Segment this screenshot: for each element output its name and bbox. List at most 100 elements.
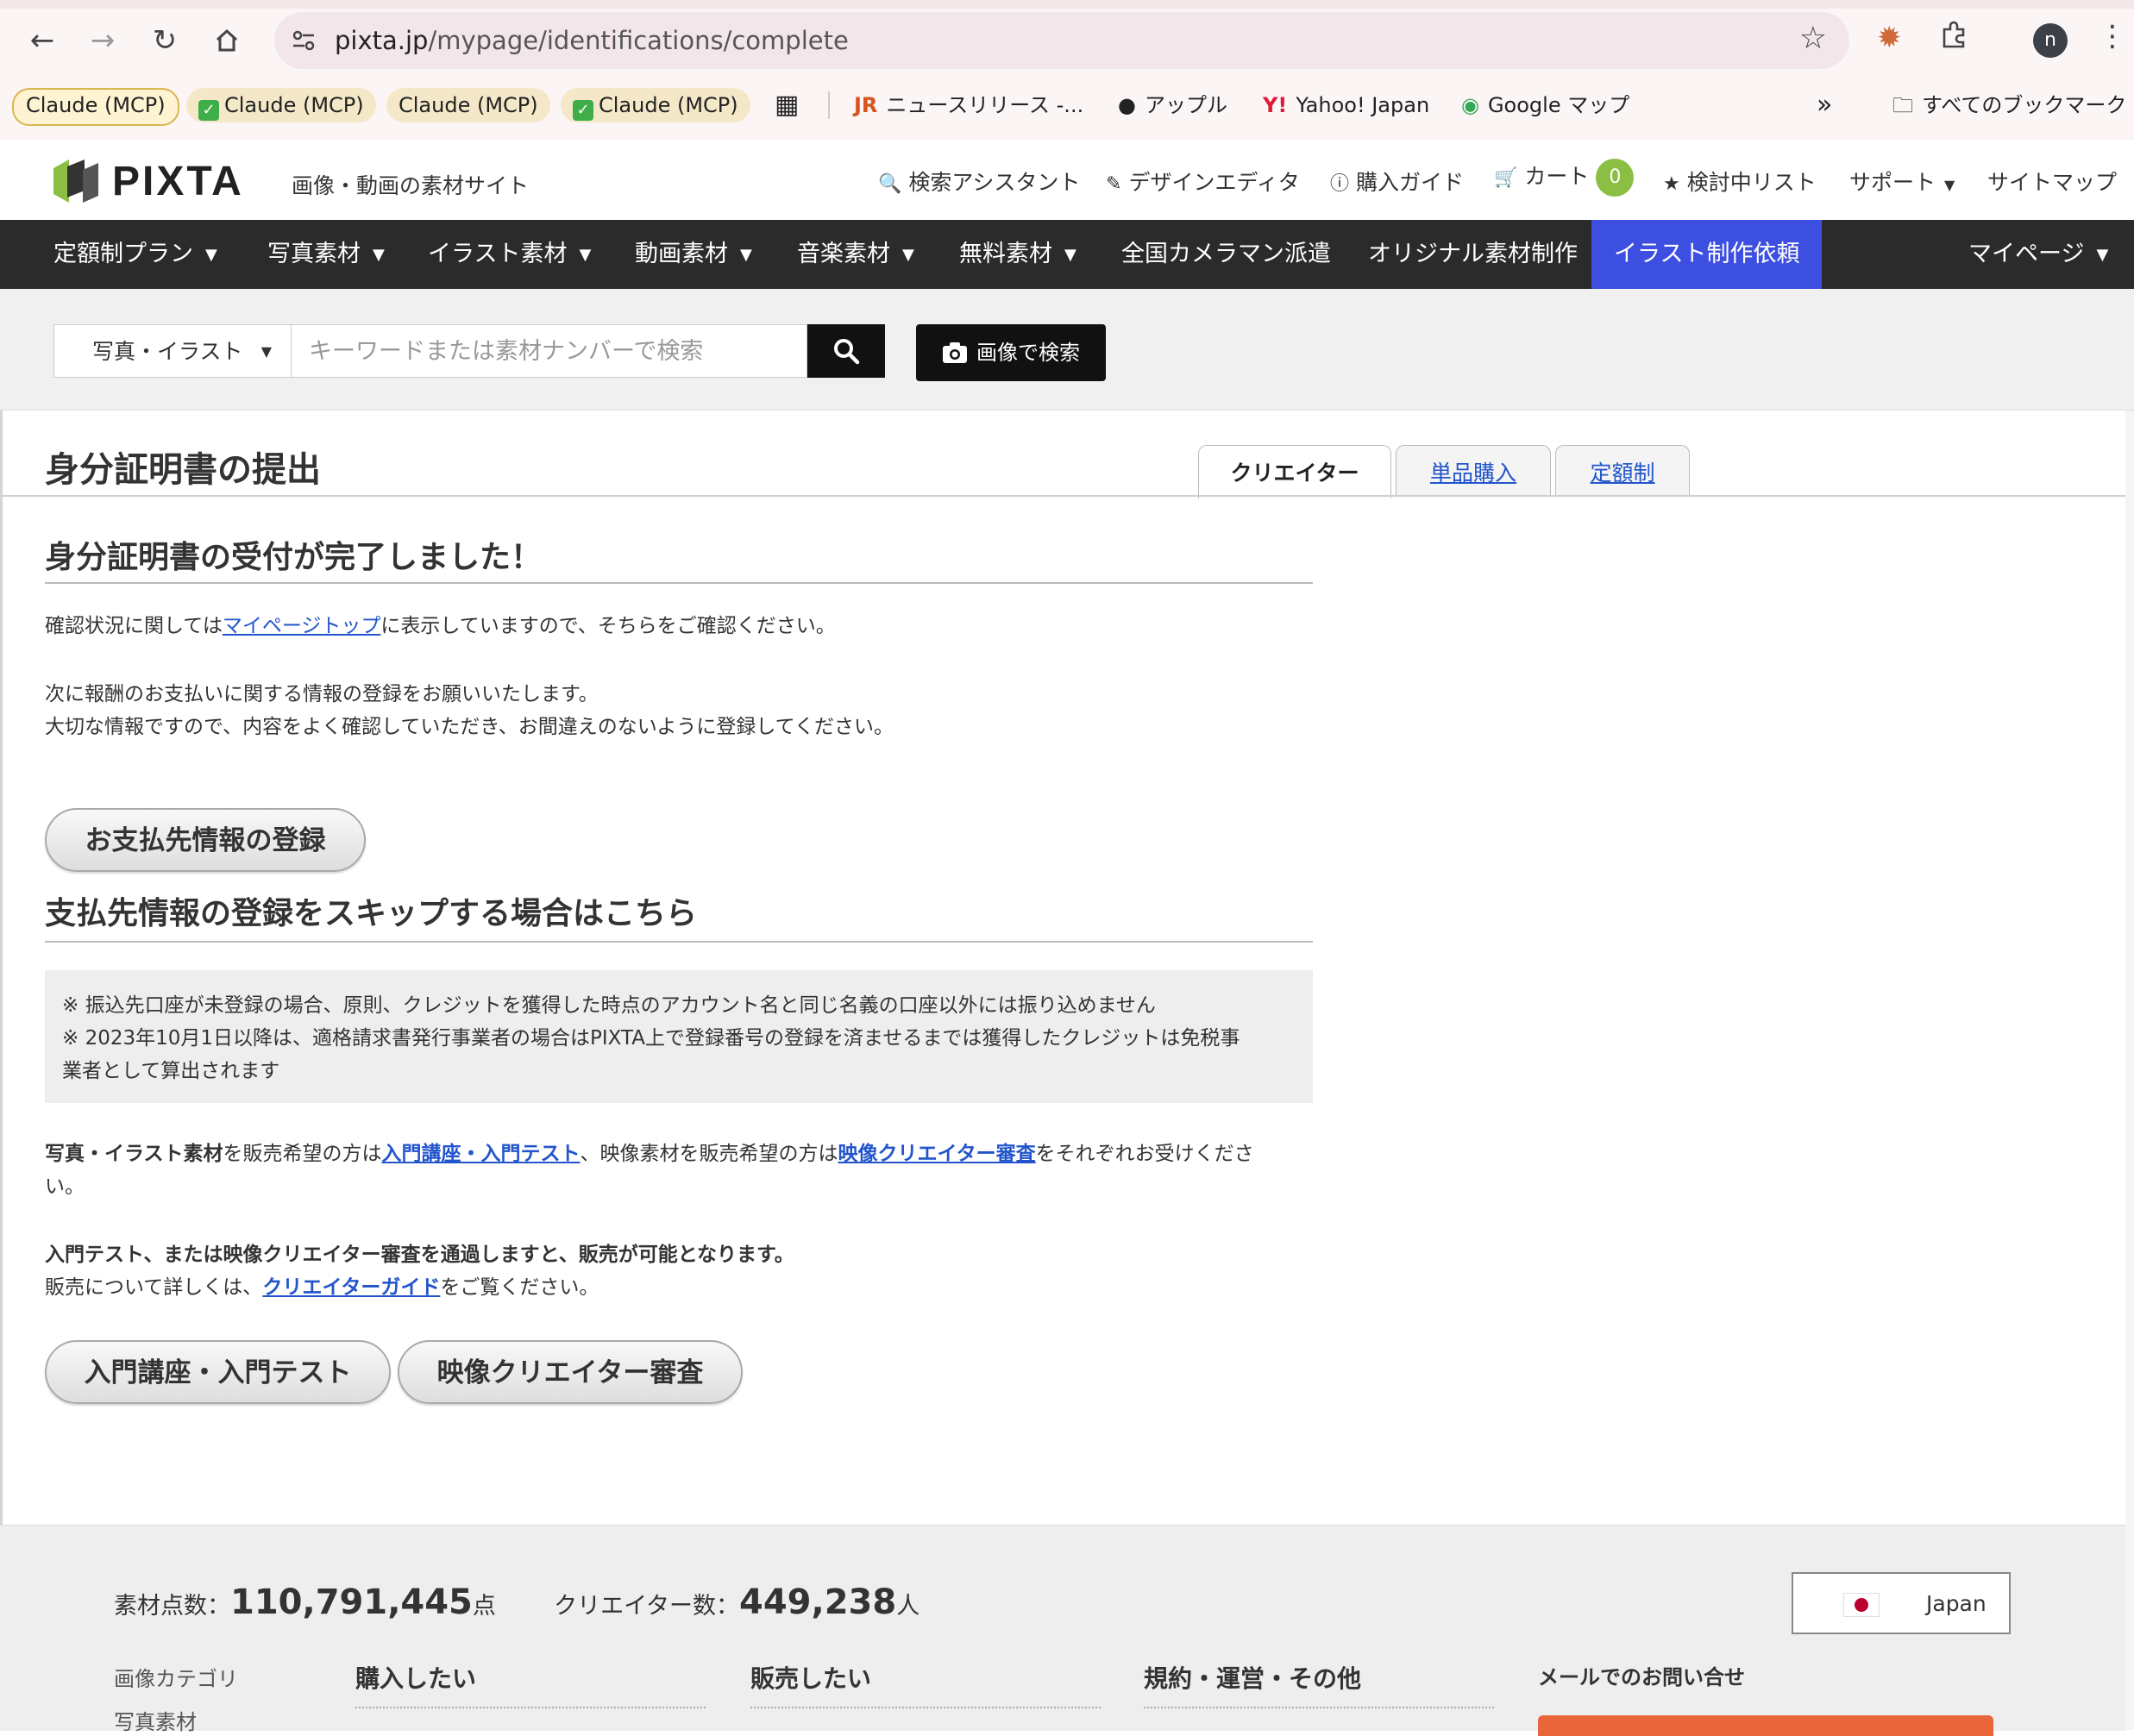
chevron-down-icon: ▼ xyxy=(579,246,592,264)
mail-contact-button[interactable] xyxy=(1538,1715,1993,1736)
support-menu[interactable]: サポート ▼ xyxy=(1849,166,1955,197)
address-bar[interactable]: pixta.jp/mypage/identifications/complete… xyxy=(274,12,1849,69)
chevron-down-icon: ▼ xyxy=(2096,246,2109,264)
search-icon: 🔍 xyxy=(878,173,902,195)
check-icon: ✓ xyxy=(573,100,593,121)
nav-music[interactable]: 音楽素材 ▼ xyxy=(797,220,914,289)
folder-icon: 🗀 xyxy=(1892,93,1913,117)
image-search-button[interactable]: 画像で検索 xyxy=(916,324,1106,381)
mail-contact-heading: メールでのお問い合せ xyxy=(1538,1665,1745,1689)
edit-icon: ✎ xyxy=(1106,173,1122,195)
footer-category-label: 画像カテゴリ xyxy=(114,1667,238,1691)
search-area: 写真・イラスト▼ 画像で検索 xyxy=(0,289,2134,410)
chevron-down-icon: ▼ xyxy=(205,246,217,264)
bookmark-yahoo[interactable]: Y! Yahoo! Japan xyxy=(1251,88,1441,122)
skip-heading: 支払先情報の登録をスキップする場合はこちら xyxy=(45,896,698,931)
footer-divider xyxy=(1144,1707,1494,1708)
reload-icon[interactable]: ↻ xyxy=(143,19,186,62)
cart-count-badge: 0 xyxy=(1596,159,1635,197)
site-info-icon[interactable] xyxy=(285,22,323,60)
creator-guide-link[interactable]: クリエイターガイド xyxy=(262,1276,440,1299)
bookmark-google-maps[interactable]: ◉ Google マップ xyxy=(1449,88,1641,122)
nav-illustrations[interactable]: イラスト素材 ▼ xyxy=(428,220,591,289)
search-button[interactable] xyxy=(807,324,885,378)
bookmark-claude-1[interactable]: Claude (MCP) xyxy=(12,88,179,126)
sitemap-link[interactable]: サイトマップ xyxy=(1987,166,2117,197)
jr-logo-icon: JR xyxy=(854,93,878,117)
pixta-logo[interactable]: PIXTA xyxy=(50,155,244,207)
region-selector[interactable]: Japan xyxy=(1792,1572,2011,1634)
nav-free[interactable]: 無料素材 ▼ xyxy=(959,220,1076,289)
browser-menu-icon[interactable]: ⋮ xyxy=(2098,19,2127,53)
main-navigation: 定額制プラン ▼ 写真素材 ▼ イラスト素材 ▼ 動画素材 ▼ 音楽素材 ▼ 無料素材 ▼ … xyxy=(0,220,2134,289)
payment-info-paragraph: 次に報酬のお支払いに関する情報の登録をお願いいたします。 大切な情報ですので、内容… xyxy=(45,683,894,738)
search-assistant-link[interactable]: 🔍 検索アシスタント xyxy=(878,166,1080,197)
yahoo-logo-icon: Y! xyxy=(1263,93,1288,117)
bookmarks-bar: Claude (MCP) ✓ Claude (MCP) Claude (MCP) … xyxy=(0,81,2134,129)
sales-paragraph: 写真・イラスト素材を販売希望の方は入門講座・入門テスト、映像素材を販売希望の方は… xyxy=(45,1143,1254,1198)
search-input[interactable] xyxy=(292,324,807,378)
notice-line: ※ 振込先口座が未登録の場合、原則、クレジットを獲得した時点のアカウント名と同じ… xyxy=(62,994,1156,1017)
camera-icon xyxy=(942,329,968,385)
pixta-logo-icon xyxy=(53,160,98,203)
tab-subscription-link[interactable]: 定額制 xyxy=(1590,461,1654,486)
bookmark-jr-news[interactable]: JR ニュースリリース -... xyxy=(842,88,1095,122)
page-title: 身分証明書の提出 xyxy=(45,450,321,490)
cart-icon: 🛒 xyxy=(1494,167,1518,189)
chevron-down-icon: ▼ xyxy=(1944,177,1955,193)
intro-course-link[interactable]: 入門講座・入門テスト xyxy=(382,1143,581,1165)
bookmark-claude-4[interactable]: ✓ Claude (MCP) xyxy=(561,88,750,122)
footer-buy-heading: 購入したい xyxy=(355,1664,477,1693)
site-footer: 素材点数：110,791,445点 クリエイター数：449,238人 Japan… xyxy=(0,1525,2125,1736)
bookmark-apple[interactable]: ● アップル xyxy=(1106,88,1240,122)
notice-line: ※ 2023年10月1日以降は、適格請求書発行事業者の場合はPIXTA上で登録番… xyxy=(62,1027,1240,1050)
tab-single-purchase[interactable]: 単品購入 xyxy=(1396,445,1551,497)
nav-illustration-request[interactable]: イラスト制作依頼 xyxy=(1591,220,1823,289)
nav-original-production[interactable]: オリジナル素材制作 xyxy=(1368,220,1578,289)
footer-terms-heading: 規約・運営・その他 xyxy=(1144,1664,1362,1693)
profile-avatar[interactable]: n xyxy=(2033,23,2068,58)
status-paragraph: 確認状況に関してはマイページトップに表示していますので、そちらをご確認ください。 xyxy=(45,615,836,637)
home-icon[interactable] xyxy=(205,19,248,62)
purchase-guide-link[interactable]: ⓘ 購入ガイド xyxy=(1330,166,1464,197)
nav-subscription-plan[interactable]: 定額制プラン ▼ xyxy=(53,220,217,289)
tab-single-purchase-link[interactable]: 単品購入 xyxy=(1430,461,1516,486)
bookmark-claude-3[interactable]: Claude (MCP) xyxy=(386,88,550,122)
heading-divider xyxy=(45,941,1313,943)
heading-divider xyxy=(45,582,1313,584)
video-creator-review-link[interactable]: 映像クリエイター審査 xyxy=(838,1143,1036,1165)
chevron-down-icon: ▼ xyxy=(740,246,752,264)
bookmarks-overflow-icon[interactable]: » xyxy=(1804,88,1844,122)
nav-videos[interactable]: 動画素材 ▼ xyxy=(635,220,752,289)
search-category-select[interactable]: 写真・イラスト ▼ xyxy=(53,324,292,378)
chevron-down-icon: ▼ xyxy=(373,246,385,264)
chevron-down-icon: ▼ xyxy=(1064,246,1076,264)
claude-extension-icon[interactable]: ✹ xyxy=(1877,21,1902,55)
design-editor-link[interactable]: ✎ デザインエディタ xyxy=(1106,166,1300,197)
tab-creator[interactable]: クリエイター xyxy=(1198,445,1391,498)
nav-photographer-dispatch[interactable]: 全国カメラマン派遣 xyxy=(1121,220,1331,289)
video-creator-review-button[interactable]: 映像クリエイター審査 xyxy=(398,1340,743,1404)
star-icon: ★ xyxy=(1663,173,1680,195)
nav-photos[interactable]: 写真素材 ▼ xyxy=(267,220,385,289)
forward-icon[interactable]: → xyxy=(81,19,124,62)
back-icon[interactable]: ← xyxy=(21,19,64,62)
mypage-top-link[interactable]: マイページトップ xyxy=(223,615,381,637)
cart-link[interactable]: 🛒 カート 0 xyxy=(1494,159,1635,197)
extensions-puzzle-icon[interactable] xyxy=(1939,21,1968,58)
bookmark-claude-2[interactable]: ✓ Claude (MCP) xyxy=(186,88,376,122)
bookmark-star-icon[interactable]: ☆ xyxy=(1799,21,1827,56)
footer-photo-link[interactable]: 写真素材 xyxy=(114,1705,197,1735)
footer-sell-heading: 販売したい xyxy=(750,1664,872,1693)
url-text: pixta.jp/mypage/identifications/complete xyxy=(335,26,849,55)
nav-mypage[interactable]: マイページ ▼ xyxy=(1968,220,2108,289)
logo-text: PIXTA xyxy=(112,158,244,204)
wishlist-link[interactable]: ★ 検討中リスト xyxy=(1663,166,1817,197)
all-bookmarks-folder[interactable]: 🗀 すべてのブックマーク xyxy=(1880,88,2134,122)
intro-course-button[interactable]: 入門講座・入門テスト xyxy=(45,1340,391,1404)
site-tagline: 画像・動画の素材サイト xyxy=(292,173,530,198)
tab-subscription[interactable]: 定額制 xyxy=(1555,445,1690,497)
apps-grid-icon[interactable]: ▦ xyxy=(763,88,811,122)
chevron-down-icon: ▼ xyxy=(902,246,914,264)
register-payment-button[interactable]: お支払先情報の登録 xyxy=(45,808,366,872)
